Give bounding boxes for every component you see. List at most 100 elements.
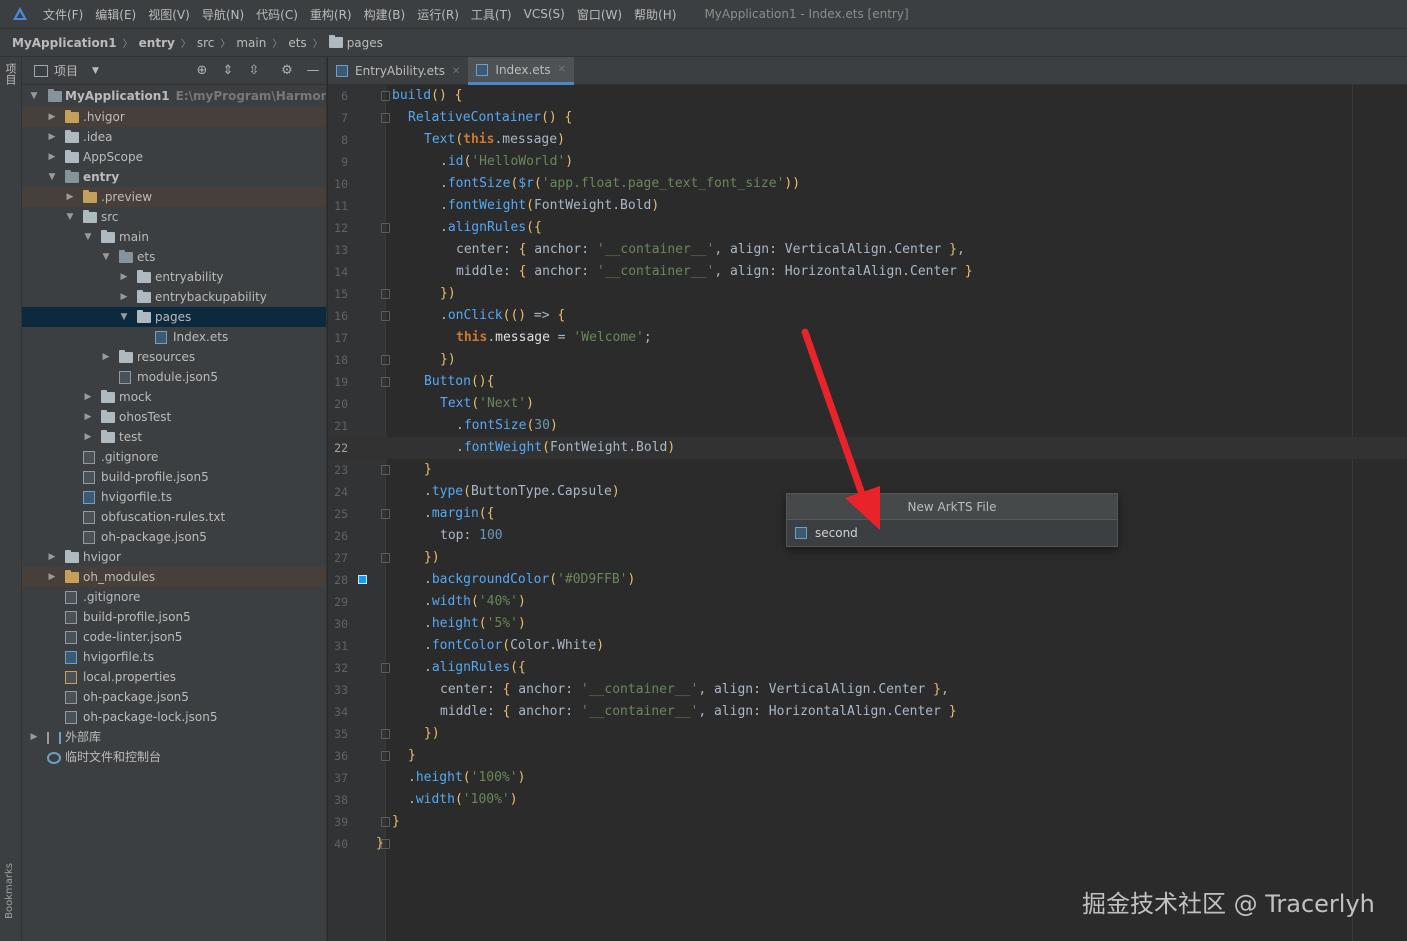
menu-run[interactable]: 运行(R): [417, 6, 459, 23]
breadcrumb-module[interactable]: entry: [139, 36, 175, 50]
file-name-input[interactable]: [815, 526, 1105, 540]
code-line[interactable]: 14 middle: { anchor: '__container__', ali…: [328, 261, 1407, 283]
tree-item-entrybackupability[interactable]: ▶ entrybackupability: [22, 287, 326, 307]
tree-item-module-json5[interactable]: module.json5: [22, 367, 326, 387]
close-icon[interactable]: ✕: [558, 64, 566, 75]
expand-all-icon[interactable]: ⇕: [220, 63, 236, 79]
menu-vcs[interactable]: VCS(S): [524, 7, 565, 21]
locate-icon[interactable]: ⊕: [194, 63, 210, 79]
fold-marker-icon[interactable]: [381, 751, 390, 761]
project-tool-button[interactable]: 项目: [4, 63, 18, 103]
tree-item-entry[interactable]: ▼ entry: [22, 167, 326, 187]
menu-window[interactable]: 窗口(W): [577, 6, 622, 23]
code-line[interactable]: 36}: [328, 745, 1407, 767]
chevron-down-icon[interactable]: ▼: [82, 227, 94, 247]
chevron-right-icon[interactable]: ▶: [28, 727, 40, 747]
code-line[interactable]: 31 .fontColor(Color.White): [328, 635, 1407, 657]
code-line[interactable]: 40}: [328, 833, 1407, 855]
tree-item-hvigorfile[interactable]: hvigorfile.ts: [22, 647, 326, 667]
close-icon[interactable]: ✕: [452, 66, 460, 77]
tree-item-index-ets[interactable]: Index.ets: [22, 327, 326, 347]
code-line[interactable]: 20 Text('Next'): [328, 393, 1407, 415]
chevron-right-icon[interactable]: ▶: [64, 187, 76, 207]
tree-item-gitignore[interactable]: .gitignore: [22, 587, 326, 607]
breadcrumb-main[interactable]: main: [236, 36, 266, 50]
fold-marker-icon[interactable]: [381, 377, 390, 387]
menu-refactor[interactable]: 重构(R): [310, 6, 352, 23]
tree-item-hvigor-dir[interactable]: ▶ .hvigor: [22, 107, 326, 127]
chevron-right-icon[interactable]: ▶: [82, 387, 94, 407]
menu-navigate[interactable]: 导航(N): [202, 6, 244, 23]
color-swatch-icon[interactable]: [358, 575, 367, 584]
chevron-down-icon[interactable]: ▼: [100, 247, 112, 267]
code-line[interactable]: 12 .alignRules({: [328, 217, 1407, 239]
tree-item-pages[interactable]: ▼ pages: [22, 307, 326, 327]
code-line[interactable]: 27}): [328, 547, 1407, 569]
fold-marker-icon[interactable]: [381, 113, 390, 123]
tree-item-main[interactable]: ▼ main: [22, 227, 326, 247]
chevron-right-icon[interactable]: ▶: [82, 427, 94, 447]
tree-item-resources[interactable]: ▶ resources: [22, 347, 326, 367]
fold-marker-icon[interactable]: [381, 223, 390, 233]
code-line[interactable]: 28 .backgroundColor('#0D9FFB'): [328, 569, 1407, 591]
chevron-right-icon[interactable]: ▶: [100, 347, 112, 367]
tree-item-preview[interactable]: ▶ .preview: [22, 187, 326, 207]
tree-item-code-linter[interactable]: code-linter.json5: [22, 627, 326, 647]
menu-file[interactable]: 文件(F): [43, 6, 83, 23]
code-line[interactable]: 21 .fontSize(30): [328, 415, 1407, 437]
fold-marker-icon[interactable]: [381, 91, 390, 101]
tree-item-local-properties[interactable]: local.properties: [22, 667, 326, 687]
chevron-down-icon[interactable]: ▼: [64, 207, 76, 227]
menu-help[interactable]: 帮助(H): [634, 6, 676, 23]
code-line[interactable]: 22 .fontWeight(FontWeight.Bold): [328, 437, 1407, 459]
breadcrumb-ets[interactable]: ets: [288, 36, 306, 50]
fold-marker-icon[interactable]: [381, 817, 390, 827]
fold-marker-icon[interactable]: [381, 553, 390, 563]
tree-item-appscope[interactable]: ▶ AppScope: [22, 147, 326, 167]
code-line[interactable]: 23}: [328, 459, 1407, 481]
fold-marker-icon[interactable]: [381, 729, 390, 739]
breadcrumb-project[interactable]: MyApplication1: [12, 36, 117, 50]
tree-item-oh-modules[interactable]: ▶ oh_modules: [22, 567, 326, 587]
code-line[interactable]: 6 build() {: [328, 85, 1407, 107]
bookmarks-tool-button[interactable]: Bookmarks: [4, 863, 15, 919]
tree-item-build-profile[interactable]: build-profile.json5: [22, 607, 326, 627]
chevron-down-icon[interactable]: ▼: [118, 307, 130, 327]
tree-item-test[interactable]: ▶ test: [22, 427, 326, 447]
fold-marker-icon[interactable]: [381, 663, 390, 673]
chevron-down-icon[interactable]: ▼: [46, 167, 58, 187]
menu-edit[interactable]: 编辑(E): [95, 6, 136, 23]
tree-item-ohostest[interactable]: ▶ ohosTest: [22, 407, 326, 427]
tree-item-entry-hvigorfile[interactable]: hvigorfile.ts: [22, 487, 326, 507]
menu-code[interactable]: 代码(C): [256, 6, 298, 23]
tree-item-entry-build-profile[interactable]: build-profile.json5: [22, 467, 326, 487]
tree-item-hvigor[interactable]: ▶ hvigor: [22, 547, 326, 567]
tab-entryability[interactable]: EntryAbility.ets ✕: [328, 57, 468, 85]
chevron-right-icon[interactable]: ▶: [46, 547, 58, 567]
tree-item-external-libraries[interactable]: ▶ 外部库: [22, 727, 326, 747]
tree-item-scratches[interactable]: 临时文件和控制台: [22, 747, 326, 767]
code-line[interactable]: 17 this.message = 'Welcome';: [328, 327, 1407, 349]
code-line[interactable]: 19 Button(){: [328, 371, 1407, 393]
fold-marker-icon[interactable]: [381, 289, 390, 299]
fold-marker-icon[interactable]: [381, 465, 390, 475]
code-line[interactable]: 38 .width('100%'): [328, 789, 1407, 811]
code-line[interactable]: 10 .fontSize($r('app.float.page_text_font…: [328, 173, 1407, 195]
tree-item-entry-gitignore[interactable]: .gitignore: [22, 447, 326, 467]
tree-item-oh-package-lock[interactable]: oh-package-lock.json5: [22, 707, 326, 727]
code-line[interactable]: 18}): [328, 349, 1407, 371]
code-line[interactable]: 35}): [328, 723, 1407, 745]
collapse-all-icon[interactable]: ⇳: [246, 63, 262, 79]
tree-item-entry-oh-package[interactable]: oh-package.json5: [22, 527, 326, 547]
code-line[interactable]: 29 .width('40%'): [328, 591, 1407, 613]
tree-item-mock[interactable]: ▶ mock: [22, 387, 326, 407]
tree-item-entryability[interactable]: ▶ entryability: [22, 267, 326, 287]
chevron-right-icon[interactable]: ▶: [46, 147, 58, 167]
code-line[interactable]: 9 .id('HelloWorld'): [328, 151, 1407, 173]
code-line[interactable]: 39}: [328, 811, 1407, 833]
tree-item-idea[interactable]: ▶ .idea: [22, 127, 326, 147]
code-line[interactable]: 33 center: { anchor: '__container__', ali…: [328, 679, 1407, 701]
code-line[interactable]: 13 center: { anchor: '__container__', ali…: [328, 239, 1407, 261]
chevron-right-icon[interactable]: ▶: [46, 127, 58, 147]
minimize-icon[interactable]: —: [305, 63, 321, 79]
